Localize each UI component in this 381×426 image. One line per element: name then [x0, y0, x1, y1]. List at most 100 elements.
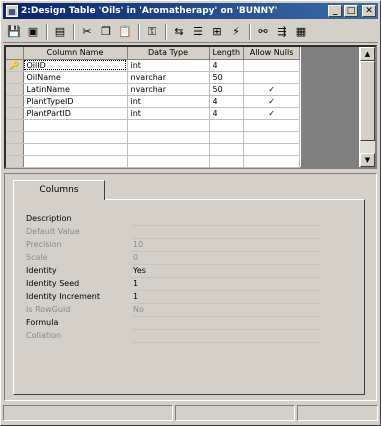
length-cell[interactable]: 50	[209, 71, 245, 84]
table-row[interactable]: LatinName nvarchar 50 ✓	[6, 83, 301, 96]
data-type-cell[interactable]: int	[127, 95, 210, 108]
property-label: Formula	[26, 318, 59, 327]
allow-nulls-cell[interactable]: ✓	[243, 83, 301, 96]
length-cell[interactable]: 4	[209, 95, 245, 108]
property-value: 0	[131, 253, 321, 265]
property-value: 10	[131, 240, 321, 252]
empty-row[interactable]	[6, 131, 301, 144]
property-label: Identity	[26, 266, 57, 275]
grid-header-row: Column Name Data Type Length Allow Nulls	[6, 47, 301, 60]
paste-icon[interactable]: 📋	[117, 24, 133, 40]
property-value[interactable]	[131, 318, 321, 330]
maximize-button[interactable]: □	[344, 5, 358, 17]
cut-icon[interactable]: ✂	[79, 24, 95, 40]
status-pane	[297, 405, 378, 421]
allow-nulls-cell[interactable]: ✓	[243, 95, 301, 108]
property-label: Identity Seed	[26, 279, 80, 288]
status-pane	[175, 405, 295, 421]
generate-script-icon[interactable]: ▤	[52, 24, 68, 40]
grid-empty-area	[301, 47, 359, 167]
column-name-cell[interactable]: PlantPartID	[23, 107, 128, 120]
toolbar-separator	[73, 23, 75, 40]
tab-columns[interactable]: Columns	[13, 180, 105, 200]
primary-key-icon[interactable]: ⚿	[144, 24, 160, 40]
length-cell[interactable]: 4	[209, 59, 245, 72]
allow-nulls-cell[interactable]: ✓	[243, 107, 301, 120]
property-label: Is RowGuid	[26, 305, 71, 314]
scroll-down-button[interactable]: ▼	[360, 153, 375, 167]
column-name-header[interactable]: Column Name	[23, 47, 128, 60]
property-value	[131, 227, 321, 239]
save-icon[interactable]: 💾	[6, 24, 22, 40]
toolbar-separator	[165, 23, 167, 40]
manage-indexes-icon[interactable]: ☰	[190, 24, 206, 40]
column-design-grid[interactable]: Column Name Data Type Length Allow Nulls…	[4, 45, 377, 169]
property-label: Collation	[26, 331, 62, 340]
property-value[interactable]: Yes	[131, 266, 321, 278]
property-label: Description	[26, 214, 72, 223]
property-label: Default Value	[26, 227, 80, 236]
copy-icon[interactable]: ❐	[98, 24, 114, 40]
scroll-thumb[interactable]	[360, 61, 375, 141]
column-name-cell[interactable]: LatinName	[23, 83, 128, 96]
property-label: Precision	[26, 240, 62, 249]
diagram-icon[interactable]: ⚯	[255, 24, 271, 40]
data-type-header[interactable]: Data Type	[127, 47, 210, 60]
column-name-cell[interactable]: OilID	[23, 59, 128, 72]
minimize-button[interactable]: _	[328, 5, 342, 17]
row-selector[interactable]	[6, 83, 24, 96]
columns-table: Column Name Data Type Length Allow Nulls…	[6, 47, 301, 168]
property-value	[131, 331, 321, 343]
length-cell[interactable]: 50	[209, 83, 245, 96]
row-selector[interactable]	[6, 95, 24, 108]
manage-relationships-icon[interactable]: ⇆	[171, 24, 187, 40]
toolbar-separator	[138, 23, 140, 40]
allow-nulls-cell[interactable]	[243, 71, 301, 84]
data-type-cell[interactable]: int	[127, 107, 210, 120]
column-name-cell[interactable]: OilName	[23, 71, 128, 84]
toolbar-separator	[249, 23, 251, 40]
status-pane	[3, 405, 173, 421]
toolbar-separator	[46, 23, 48, 40]
length-cell[interactable]: 4	[209, 107, 245, 120]
row-selector[interactable]	[6, 107, 24, 120]
empty-row[interactable]	[6, 155, 301, 168]
grid-vertical-scrollbar[interactable]: ▲ ▼	[360, 47, 375, 167]
data-type-cell[interactable]: nvarchar	[127, 71, 210, 84]
property-value[interactable]: 1	[131, 292, 321, 304]
row-selector[interactable]	[6, 71, 24, 84]
property-label: Identity Increment	[26, 292, 100, 301]
design-table-window: ▦ 2:Design Table 'Oils' in 'Aromatherapy…	[0, 0, 381, 426]
manage-constraints-icon[interactable]: ⊞	[209, 24, 225, 40]
manage-triggers-icon[interactable]: ⚡	[228, 24, 244, 40]
properties-icon[interactable]: ▣	[25, 24, 41, 40]
property-value: No	[131, 305, 321, 317]
toolbar: 💾 ▣ ▤ ✂ ❐ 📋 ⚿ ⇆ ☰ ⊞ ⚡ ⚯ ⇶ ▦	[3, 21, 378, 43]
data-type-cell[interactable]: nvarchar	[127, 83, 210, 96]
table-row[interactable]: 🔑 OilID int 4	[6, 59, 301, 72]
row-selector-header	[6, 47, 24, 60]
primary-key-icon[interactable]: 🔑	[6, 59, 24, 72]
column-properties-panel: Description Default Value Precision 10 S…	[4, 173, 377, 401]
empty-row[interactable]	[6, 143, 301, 156]
property-label: Scale	[26, 253, 48, 262]
data-type-cell[interactable]: int	[127, 59, 210, 72]
allow-nulls-header[interactable]: Allow Nulls	[243, 47, 301, 60]
allow-nulls-cell[interactable]	[243, 59, 301, 72]
table-row[interactable]: PlantTypeID int 4 ✓	[6, 95, 301, 108]
table-row[interactable]: OilName nvarchar 50	[6, 71, 301, 84]
length-header[interactable]: Length	[209, 47, 245, 60]
table-row[interactable]: PlantPartID int 4 ✓	[6, 107, 301, 120]
status-bar	[3, 405, 378, 423]
close-button[interactable]: ✕	[362, 5, 376, 17]
layout-icon[interactable]: ▦	[293, 24, 309, 40]
property-value[interactable]: 1	[131, 279, 321, 291]
title-bar[interactable]: ▦ 2:Design Table 'Oils' in 'Aromatherapy…	[3, 3, 378, 19]
column-name-cell[interactable]: PlantTypeID	[23, 95, 128, 108]
scroll-up-button[interactable]: ▲	[360, 47, 375, 61]
script-table-icon[interactable]: ⇶	[274, 24, 290, 40]
empty-row[interactable]	[6, 119, 301, 132]
property-value[interactable]	[131, 214, 321, 226]
table-app-icon: ▦	[6, 5, 18, 17]
window-title: 2:Design Table 'Oils' in 'Aromatherapy' …	[21, 6, 278, 16]
